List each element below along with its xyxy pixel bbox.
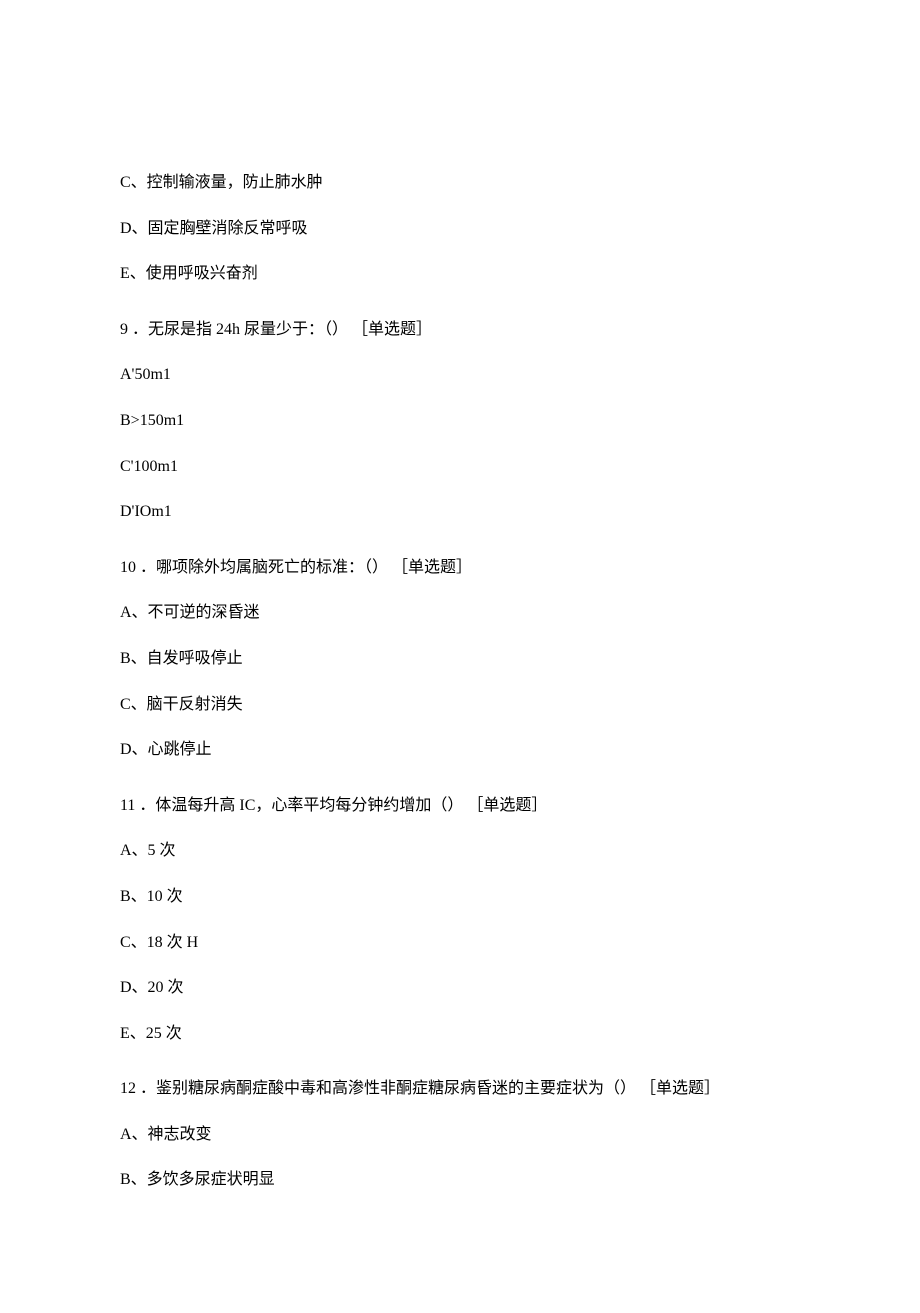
option-line: D、固定胸壁消除反常呼吸 xyxy=(120,216,800,242)
option-line: E、25 次 xyxy=(120,1021,800,1047)
option-line: D、心跳停止 xyxy=(120,737,800,763)
option-line: B>150m1 xyxy=(120,408,800,434)
option-line: C、控制输液量，防止肺水肿 xyxy=(120,170,800,196)
option-line: B、10 次 xyxy=(120,884,800,910)
option-line: E、使用呼吸兴奋剂 xyxy=(120,261,800,287)
option-line: A、神志改变 xyxy=(120,1122,800,1148)
option-line: C'100m1 xyxy=(120,454,800,480)
document-page: C、控制输液量，防止肺水肿 D、固定胸壁消除反常呼吸 E、使用呼吸兴奋剂 9 ．… xyxy=(0,0,920,1313)
question-line: 11 ．体温每升高 IC，心率平均每分钟约增加（） ［单选题］ xyxy=(120,793,800,819)
option-line: C、脑干反射消失 xyxy=(120,692,800,718)
question-line: 9 ．无尿是指 24h 尿量少于：（） ［单选题］ xyxy=(120,317,800,343)
question-line: 10 ．哪项除外均属脑死亡的标准：（） ［单选题］ xyxy=(120,555,800,581)
option-line: B、多饮多尿症状明显 xyxy=(120,1167,800,1193)
option-line: C、18 次 H xyxy=(120,930,800,956)
option-line: D'IOm1 xyxy=(120,499,800,525)
option-line: A、5 次 xyxy=(120,838,800,864)
option-line: A、不可逆的深昏迷 xyxy=(120,600,800,626)
option-line: B、自发呼吸停止 xyxy=(120,646,800,672)
option-line: D、20 次 xyxy=(120,975,800,1001)
option-line: A'50m1 xyxy=(120,362,800,388)
question-line: 12 ．鉴别糖尿病酮症酸中毒和高渗性非酮症糖尿病昏迷的主要症状为（） ［单选题］ xyxy=(120,1076,800,1102)
